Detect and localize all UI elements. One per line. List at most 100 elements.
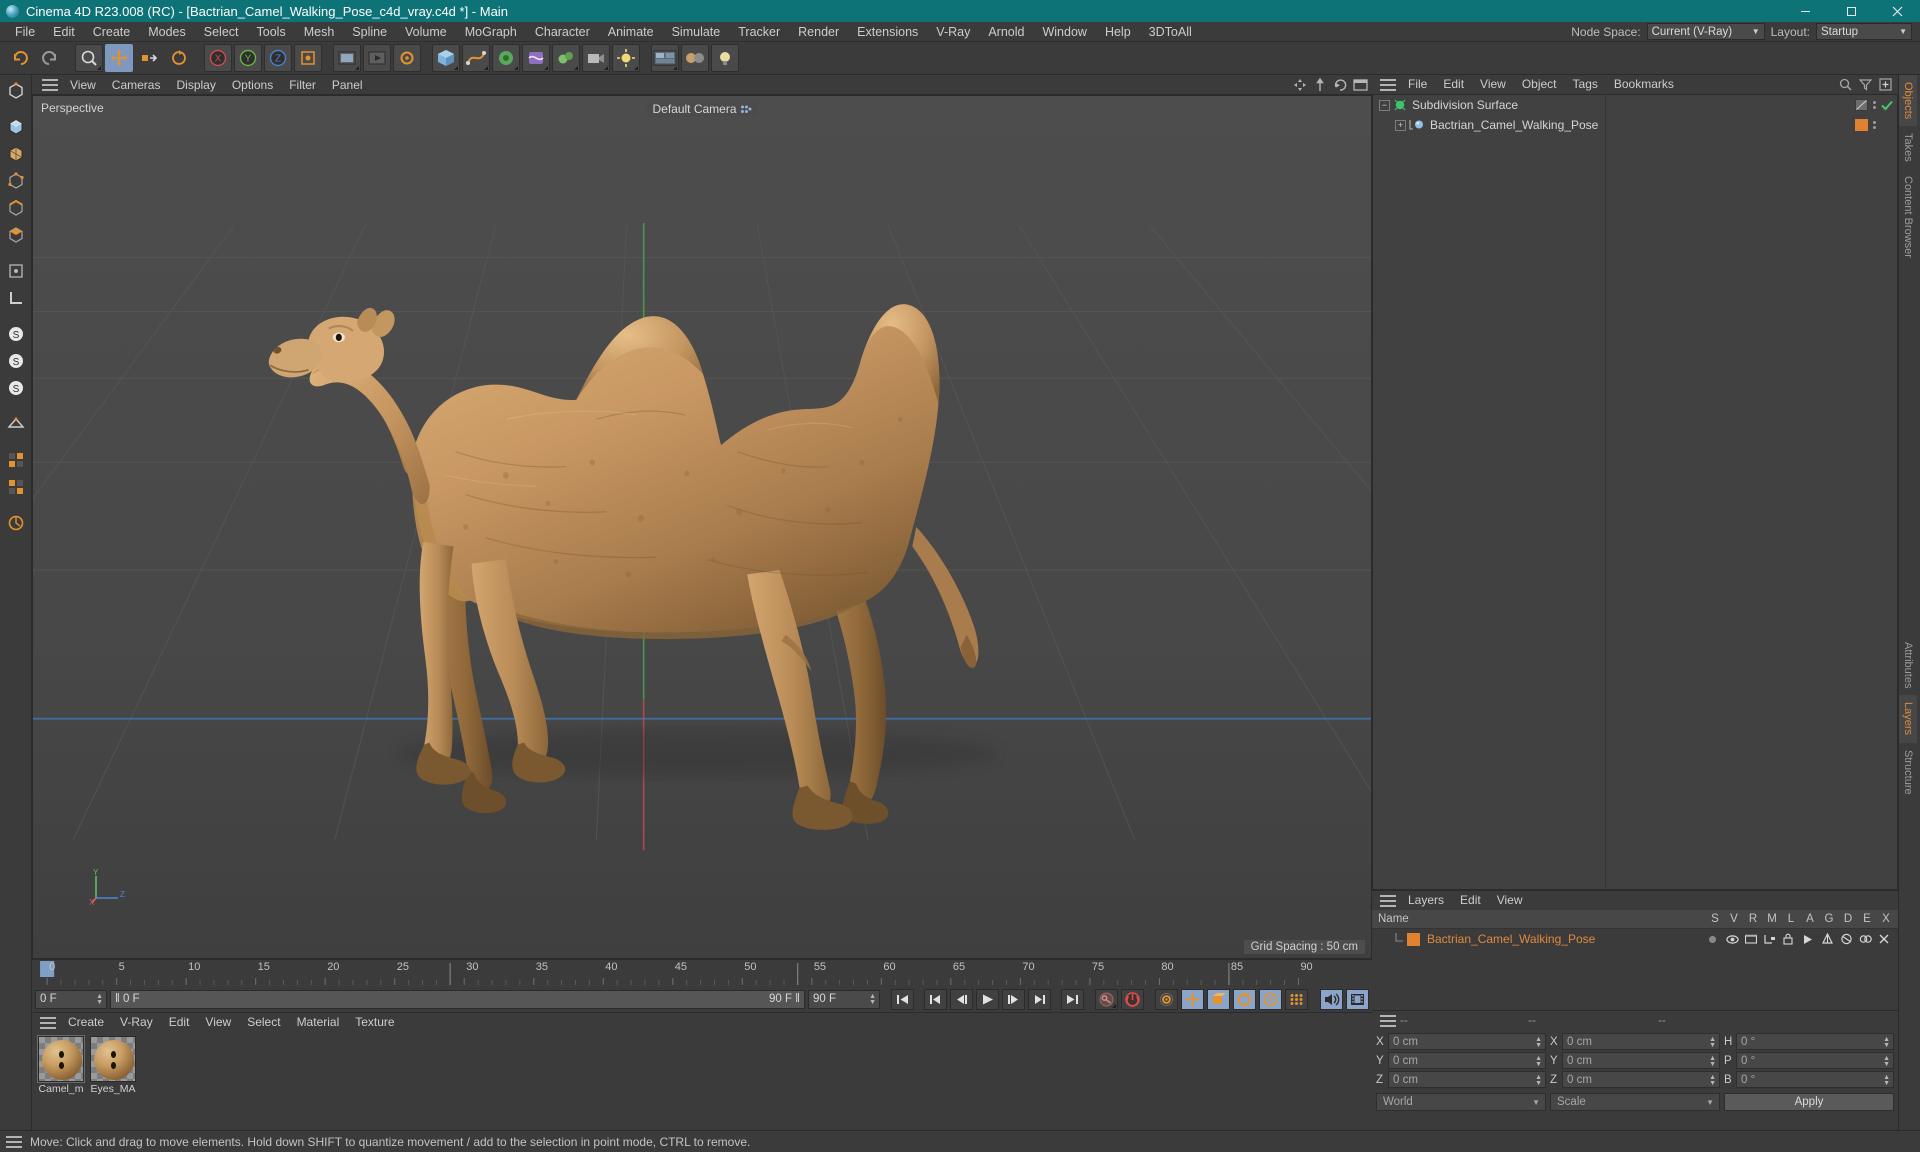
layer-column-g[interactable]: G <box>1821 913 1837 925</box>
rotate-tool[interactable] <box>165 44 193 72</box>
world-object-coordinates-button[interactable] <box>294 44 322 72</box>
position-keying-button[interactable] <box>1181 988 1204 1010</box>
menu-item-edit[interactable]: Edit <box>1435 75 1472 94</box>
lock-y-axis-button[interactable]: Y <box>234 44 262 72</box>
spinner-icon[interactable]: ▲ ▼ <box>1709 1036 1716 1049</box>
minimize-button[interactable] <box>1782 0 1828 22</box>
tab-layers[interactable]: Layers <box>1899 695 1917 743</box>
render-to-picture-viewer-button[interactable] <box>363 44 391 72</box>
add-generator-object-button[interactable] <box>492 44 520 72</box>
add-camera-object-button[interactable] <box>582 44 610 72</box>
menu-item-create[interactable]: Create <box>60 1013 112 1032</box>
menu-item-help[interactable]: Help <box>1096 22 1140 42</box>
rotation-keying-button[interactable] <box>1233 988 1256 1010</box>
tab-content-browser[interactable]: Content Browser <box>1899 169 1917 265</box>
menu-item-tools[interactable]: Tools <box>248 22 295 42</box>
layer-lock-icon[interactable] <box>1783 933 1799 945</box>
menu-item-simulate[interactable]: Simulate <box>663 22 730 42</box>
end-frame-field[interactable]: 90 F ▲ ▼ <box>808 989 880 1009</box>
viewport-filter-button[interactable] <box>3 474 29 500</box>
preview-range-bar[interactable]: ‖ 0 F 90 F ‖ <box>110 989 805 1009</box>
coordinate-space-select[interactable]: World ▼ <box>1376 1093 1546 1111</box>
coordinate-input[interactable]: 0 cm ▲ ▼ <box>1562 1071 1720 1088</box>
tab-objects[interactable]: Objects <box>1899 75 1917 127</box>
go-to-next-key-button[interactable] <box>1028 988 1051 1010</box>
menu-item-create[interactable]: Create <box>84 22 140 42</box>
spinner-icon[interactable]: ▲ ▼ <box>1709 1074 1716 1087</box>
menu-item-spline[interactable]: Spline <box>343 22 396 42</box>
menu-item-extensions[interactable]: Extensions <box>848 22 927 42</box>
content-browser-button[interactable] <box>651 44 679 72</box>
move-tool[interactable] <box>105 44 133 72</box>
viewport-menu-icon[interactable] <box>42 78 58 91</box>
material-thumbnail[interactable] <box>37 1035 85 1083</box>
menu-item-material[interactable]: Material <box>289 1013 348 1032</box>
coordinate-input[interactable]: 0 cm ▲ ▼ <box>1562 1033 1720 1050</box>
make-editable-button[interactable] <box>3 78 29 104</box>
menu-item-select[interactable]: Select <box>195 22 248 42</box>
layer-column-x[interactable]: X <box>1878 913 1894 925</box>
expand-collapse-icon[interactable]: + <box>1395 119 1406 131</box>
node-space-select[interactable]: Current (V-Ray) ▼ <box>1646 23 1765 40</box>
edges-mode-button[interactable] <box>3 195 29 221</box>
object-enabled-check-icon[interactable] <box>1881 100 1893 111</box>
menu-item-file[interactable]: File <box>6 22 44 42</box>
menu-item-animate[interactable]: Animate <box>599 22 663 42</box>
points-mode-button[interactable] <box>3 168 29 194</box>
coordinate-input[interactable]: 0 cm ▲ ▼ <box>1562 1052 1720 1069</box>
interactive-render-region-button[interactable] <box>711 44 739 72</box>
layer-manager-menu-icon[interactable] <box>1380 894 1396 907</box>
layer-manager-icon[interactable] <box>1764 934 1780 945</box>
menu-item-file[interactable]: File <box>1400 75 1435 94</box>
spinner-icon[interactable]: ▲ ▼ <box>1535 1036 1542 1049</box>
material-preview-button[interactable] <box>681 44 709 72</box>
close-button[interactable] <box>1874 0 1920 22</box>
menu-item-view[interactable]: View <box>62 75 104 95</box>
layer-deformers-icon[interactable] <box>1840 933 1856 945</box>
viewport-maximize-icon[interactable] <box>1353 78 1368 92</box>
layer-column-d[interactable]: D <box>1840 913 1856 925</box>
viewport-solo-button[interactable] <box>3 447 29 473</box>
coordinate-input[interactable]: 0 ° ▲ ▼ <box>1736 1033 1894 1050</box>
menu-item-bookmarks[interactable]: Bookmarks <box>1606 75 1682 94</box>
layer-render-icon[interactable] <box>1745 934 1761 945</box>
add-deformer-object-button[interactable] <box>522 44 550 72</box>
layer-column-e[interactable]: E <box>1859 913 1875 925</box>
menu-item-object[interactable]: Object <box>1514 75 1565 94</box>
add-environment-object-button[interactable] <box>552 44 580 72</box>
go-to-start-button[interactable] <box>891 988 914 1010</box>
enable-axis-modification-button[interactable] <box>3 258 29 284</box>
menu-item-edit[interactable]: Edit <box>44 22 84 42</box>
object-manager[interactable]: − Subdivision Surface + Bactrian_Camel_W… <box>1372 94 1898 890</box>
menu-item-texture[interactable]: Texture <box>347 1013 402 1032</box>
spinner-icon[interactable]: ▲ ▼ <box>1535 1055 1542 1068</box>
status-menu-icon[interactable] <box>6 1135 22 1148</box>
menu-item-volume[interactable]: Volume <box>396 22 456 42</box>
viewport-move-icon[interactable] <box>1293 78 1307 92</box>
menu-item-edit[interactable]: Edit <box>1452 891 1489 910</box>
object-row-bactrian-camel[interactable]: + Bactrian_Camel_Walking_Pose <box>1373 115 1897 135</box>
record-active-objects-button[interactable] <box>1095 988 1118 1010</box>
layer-animation-icon[interactable] <box>1802 934 1818 945</box>
viewport-rotate-icon[interactable] <box>1333 78 1347 92</box>
object-visibility-dots-icon[interactable] <box>1873 121 1876 129</box>
lock-workplane-button[interactable] <box>3 285 29 311</box>
add-light-object-button[interactable] <box>612 44 640 72</box>
tab-takes[interactable]: Takes <box>1899 126 1917 169</box>
edge-snap-button[interactable]: S <box>3 348 29 374</box>
menu-item-display[interactable]: Display <box>168 75 223 95</box>
material-item[interactable]: Camel_m <box>37 1035 85 1095</box>
lock-x-axis-button[interactable]: X <box>204 44 232 72</box>
menu-item-window[interactable]: Window <box>1033 22 1095 42</box>
redo-button[interactable] <box>36 44 64 72</box>
point-snap-button[interactable]: S <box>3 321 29 347</box>
menu-item-tracker[interactable]: Tracker <box>729 22 789 42</box>
menu-item-select[interactable]: Select <box>239 1013 288 1032</box>
object-visibility-dots-icon[interactable] <box>1873 101 1876 109</box>
layer-visible-icon[interactable] <box>1726 934 1742 945</box>
spinner-icon[interactable]: ▲ ▼ <box>1883 1074 1890 1087</box>
object-manager-menu-icon[interactable] <box>1380 78 1396 91</box>
layer-row[interactable]: Bactrian_Camel_Walking_Pose <box>1372 929 1898 949</box>
menu-item-arnold[interactable]: Arnold <box>979 22 1033 42</box>
viewport-zoom-icon[interactable] <box>1313 78 1327 92</box>
